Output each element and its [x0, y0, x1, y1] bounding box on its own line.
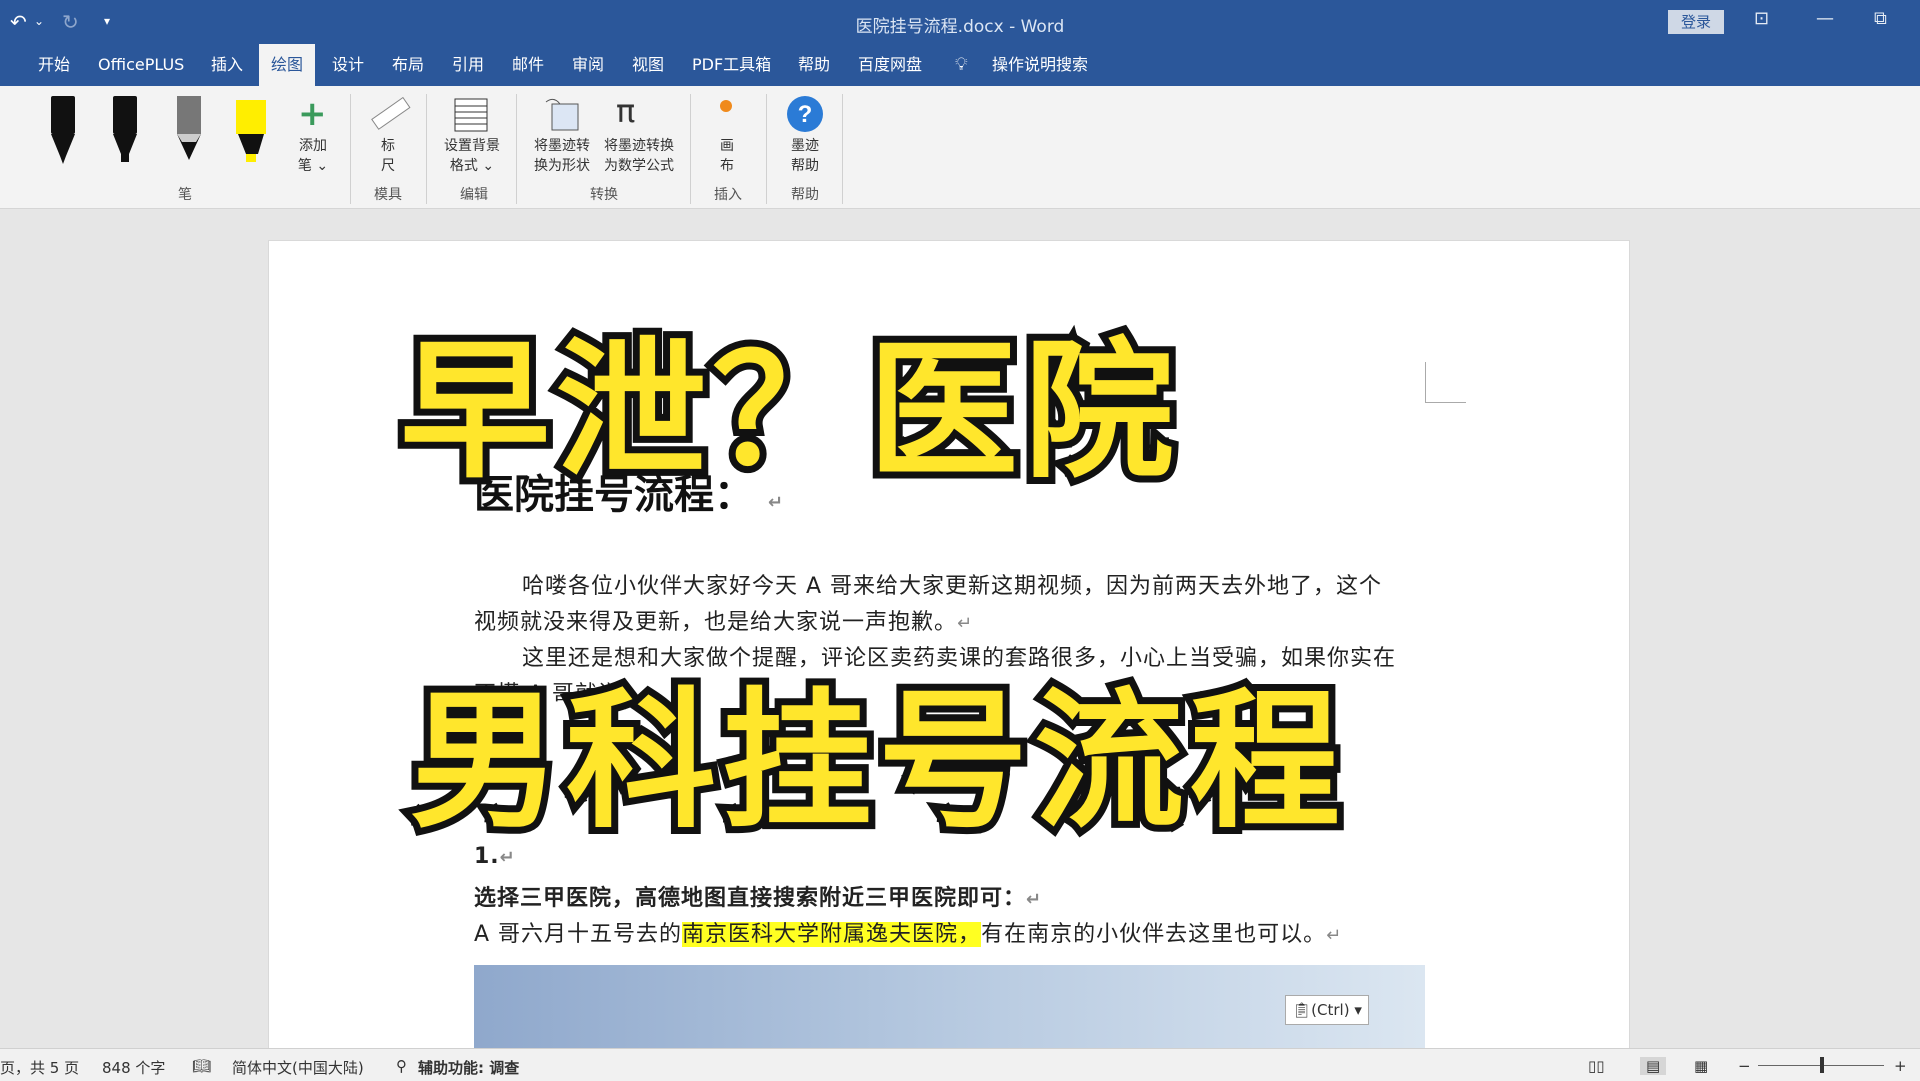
margin-corner-mark [1425, 362, 1466, 403]
ribbon-separator [350, 94, 351, 204]
ribbon-tabs: 开始 OfficePLUS 插入 绘图 设计 布局 引用 邮件 审阅 视图 PD… [0, 44, 1920, 86]
print-layout-icon[interactable]: ▤ [1640, 1057, 1667, 1075]
proofing-icon[interactable]: 📖︎ [192, 1057, 211, 1075]
background-format-label-1[interactable]: 设置背景 [436, 136, 508, 156]
ribbon-separator [766, 94, 767, 204]
login-button[interactable]: 登录 [1668, 10, 1724, 34]
ruler-label-2[interactable]: 尺 [368, 156, 408, 176]
add-pen-label-2[interactable]: 笔 ⌄ [290, 156, 336, 176]
ink-to-shape-icon[interactable] [542, 94, 582, 134]
ruler-label-1[interactable]: 标 [368, 136, 408, 156]
ink-to-shape-label-1[interactable]: 将墨迹转 [524, 136, 600, 156]
add-pen-plus-icon[interactable]: + [298, 94, 327, 134]
ribbon-separator [516, 94, 517, 204]
canvas-icon[interactable] [720, 100, 732, 112]
help-question-icon[interactable]: ? [785, 94, 825, 134]
paragraph-mark: ↵ [957, 613, 974, 634]
ribbon: + 添加 笔 ⌄ 笔 标 尺 模具 设置背景 格式 ⌄ 编辑 将墨迹转 换为形状… [0, 86, 1920, 209]
item-line-suffix: 有在南京的小伙伴去这里也可以。 [981, 922, 1327, 947]
tab-home[interactable]: 开始 [26, 44, 82, 86]
status-bar: 页，共 5 页 848 个字 📖︎ 简体中文(中国大陆) ⚲ 辅助功能: 调查 … [0, 1048, 1920, 1081]
paragraph-mark: ↵ [1326, 925, 1343, 946]
tell-me-search[interactable]: 操作说明搜索 [980, 44, 1100, 86]
tab-review[interactable]: 审阅 [560, 44, 616, 86]
overlay-title-line-2: 男科挂号流程 [403, 668, 1347, 856]
group-help-label: 帮助 [791, 187, 819, 203]
accessibility-icon[interactable]: ⚲ [396, 1057, 407, 1075]
black-marker-icon[interactable] [108, 94, 142, 164]
item-line-prefix: A 哥六月十五号去的 [474, 922, 683, 947]
word-count[interactable]: 848 个字 [102, 1057, 165, 1078]
lightbulb-icon: 💡︎ [955, 54, 968, 75]
document-title: 医院挂号流程.docx - Word [855, 17, 1065, 37]
ink-to-shape-label-2[interactable]: 换为形状 [524, 156, 600, 176]
tab-insert[interactable]: 插入 [199, 44, 255, 86]
list-item-line[interactable]: A 哥六月十五号去的南京医科大学附属逸夫医院，有在南京的小伙伴去这里也可以。↵ [474, 916, 1342, 948]
zoom-slider-thumb[interactable] [1820, 1057, 1824, 1073]
canvas-label-2[interactable]: 布 [712, 156, 742, 176]
ruler-icon[interactable] [368, 92, 412, 136]
accessibility-status[interactable]: 辅助功能: 调查 [418, 1057, 519, 1078]
background-format-label-2[interactable]: 格式 ⌄ [436, 156, 508, 176]
black-pen-icon[interactable] [46, 94, 80, 164]
paste-options-label: (Ctrl) ▾ [1311, 1001, 1362, 1019]
minimize-icon[interactable]: — [1816, 8, 1834, 29]
ribbon-separator [842, 94, 843, 204]
highlighter-icon[interactable] [234, 94, 268, 164]
zoom-in-icon[interactable]: + [1894, 1057, 1907, 1075]
canvas-label-1[interactable]: 画 [712, 136, 742, 156]
ribbon-separator [426, 94, 427, 204]
ink-to-math-label-1[interactable]: 将墨迹转换 [596, 136, 682, 156]
ink-to-math-label-2[interactable]: 为数学公式 [596, 156, 682, 176]
background-format-icon[interactable] [452, 96, 490, 134]
tab-view[interactable]: 视图 [620, 44, 676, 86]
tab-references[interactable]: 引用 [440, 44, 496, 86]
highlighted-hospital-name: 南京医科大学附属逸夫医院， [682, 922, 982, 947]
svg-text:?: ? [798, 101, 813, 128]
tab-baidu-netdisk[interactable]: 百度网盘 [846, 44, 934, 86]
tab-mailings[interactable]: 邮件 [500, 44, 556, 86]
tab-draw[interactable]: 绘图 [259, 44, 316, 86]
ink-to-math-icon[interactable]: π [616, 92, 635, 130]
tab-pdf-tools[interactable]: PDF工具箱 [680, 44, 783, 86]
zoom-out-icon[interactable]: − [1738, 1057, 1751, 1075]
clipboard-icon: 📋︎ [1292, 1001, 1312, 1019]
title-bar: ↶ ⌄ ↻ ▾ 医院挂号流程.docx - Word 登录 ⊡ — ⧉ [0, 0, 1920, 44]
pencil-icon[interactable] [172, 94, 206, 164]
language-indicator[interactable]: 简体中文(中国大陆) [232, 1057, 364, 1078]
tab-help[interactable]: 帮助 [786, 44, 842, 86]
paragraph-1-line-2[interactable]: 视频就没来得及更新，也是给大家说一声抱歉。↵ [474, 604, 973, 636]
read-mode-icon[interactable]: ▯▯ [1588, 1057, 1605, 1075]
item-title-text: 选择三甲医院，高德地图直接搜索附近三甲医院即可： [474, 886, 1027, 911]
paste-options-button[interactable]: 📋︎(Ctrl) ▾ [1285, 995, 1369, 1025]
paragraph-mark: ↵ [1026, 889, 1043, 910]
web-layout-icon[interactable]: ▦ [1694, 1057, 1708, 1075]
page-count[interactable]: 页，共 5 页 [0, 1057, 79, 1078]
group-convert-label: 转换 [590, 187, 618, 203]
tab-design[interactable]: 设计 [320, 44, 376, 86]
add-pen-label-1[interactable]: 添加 [290, 136, 336, 156]
embedded-image[interactable] [474, 965, 1425, 1060]
group-pens-label: 笔 [178, 187, 192, 203]
group-edit-label: 编辑 [460, 187, 488, 203]
ribbon-display-icon[interactable]: ⊡ [1754, 8, 1769, 29]
restore-icon[interactable]: ⧉ [1874, 8, 1887, 29]
ink-help-label-2[interactable]: 帮助 [782, 156, 828, 176]
group-insert-label: 插入 [714, 187, 742, 203]
tab-layout[interactable]: 布局 [380, 44, 436, 86]
paragraph-1-line-2-text: 视频就没来得及更新，也是给大家说一声抱歉。 [474, 610, 958, 635]
overlay-title-line-1: 早泄？医院 [393, 318, 1181, 506]
list-item-title[interactable]: 选择三甲医院，高德地图直接搜索附近三甲医院即可：↵ [474, 880, 1042, 912]
tab-officeplus[interactable]: OfficePLUS [86, 44, 196, 86]
ink-help-label-1[interactable]: 墨迹 [782, 136, 828, 156]
ribbon-separator [690, 94, 691, 204]
paragraph-1-line-1[interactable]: 哈喽各位小伙伴大家好今天 A 哥来给大家更新这期视频，因为前两天去外地了，这个 [522, 568, 1382, 600]
group-stencils-label: 模具 [374, 187, 402, 203]
